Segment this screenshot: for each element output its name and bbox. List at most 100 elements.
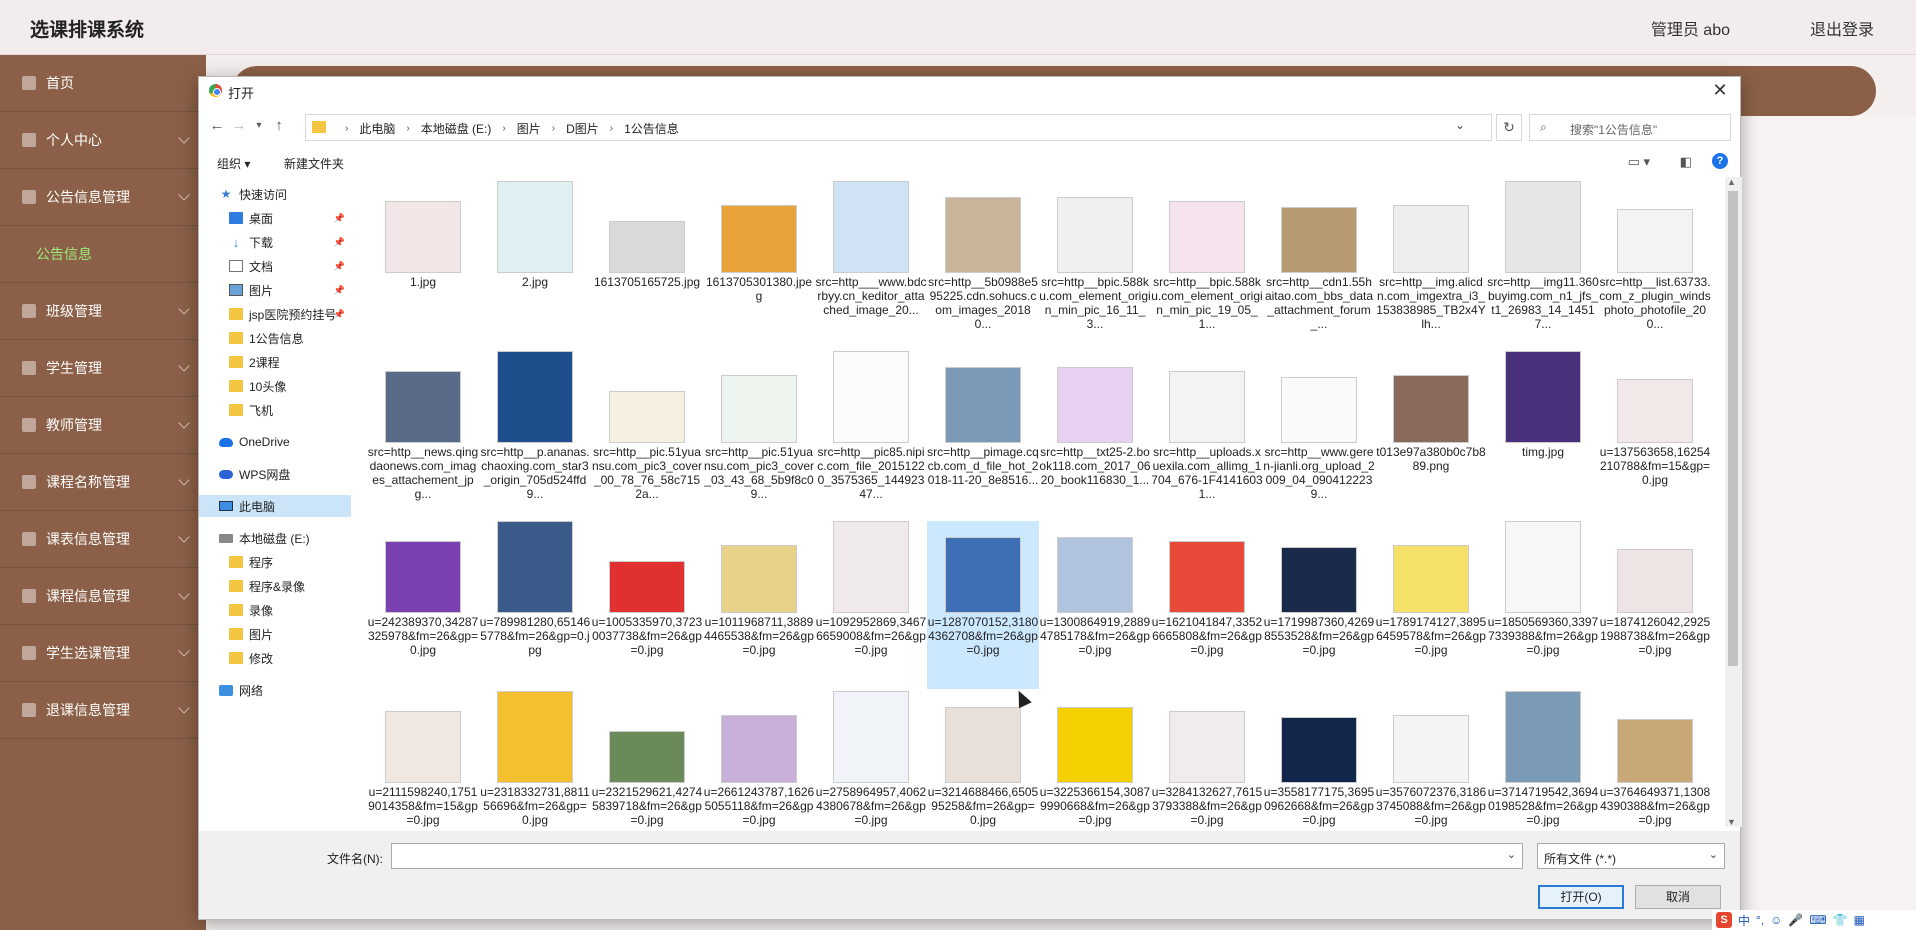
file-item[interactable]: t013e97a380b0c7b889.png (1375, 351, 1487, 519)
file-item[interactable]: u=1287070152,31804362708&fm=26&gp=0.jpg (927, 521, 1039, 689)
file-item[interactable]: src=http__5b0988e595225.cdn.sohucs.com_i… (927, 181, 1039, 349)
scrollbar-thumb[interactable] (1728, 191, 1738, 666)
nav-item[interactable]: 文档 📌 (199, 255, 351, 277)
file-item[interactable]: u=2318332731,881156696&fm=26&gp=0.jpg (479, 691, 591, 827)
file-item[interactable]: 2.jpg (479, 181, 591, 349)
sidebar-item[interactable]: 个人中心 (0, 112, 206, 169)
ime-item[interactable]: °, (1756, 913, 1764, 927)
sidebar-item[interactable]: 学生管理 (0, 340, 206, 397)
file-item[interactable]: u=242389370,34287325978&fm=26&gp=0.jpg (367, 521, 479, 689)
chevron-right-icon[interactable]: › (345, 123, 348, 134)
scroll-down-icon[interactable]: ▼ (1727, 817, 1736, 827)
ime-item[interactable]: 🎤 (1788, 913, 1803, 927)
file-item[interactable]: u=2321529621,42745839718&fm=26&gp=0.jpg (591, 691, 703, 827)
open-button[interactable]: 打开(O) (1538, 885, 1624, 909)
nav-item[interactable]: 录像 (199, 599, 351, 621)
sidebar-item[interactable]: 班级管理 (0, 283, 206, 340)
chevron-down-icon[interactable]: ⌄ (1507, 848, 1516, 861)
refresh-icon[interactable]: ↻ (1496, 114, 1522, 141)
file-item[interactable]: src=http__uploads.xuexila.com_allimg_170… (1151, 351, 1263, 519)
chevron-right-icon[interactable]: › (406, 123, 409, 134)
file-item[interactable]: u=1621041847,33526665808&fm=26&gp=0.jpg (1151, 521, 1263, 689)
up-arrow-icon[interactable]: ↑ (269, 117, 289, 134)
file-item[interactable]: 1613705165725.jpg (591, 181, 703, 349)
file-item[interactable]: u=2758964957,40624380678&fm=26&gp=0.jpg (815, 691, 927, 827)
sidebar-item[interactable]: 课程信息管理 (0, 568, 206, 625)
view-mode-icon[interactable]: ▭ ▾ (1628, 154, 1650, 170)
nav-item[interactable]: 图片 (199, 623, 351, 645)
file-item[interactable]: src=http__img.alicdn.com_imgextra_i3_153… (1375, 181, 1487, 349)
file-item[interactable]: u=1005335970,37230037738&fm=26&gp=0.jpg (591, 521, 703, 689)
file-item[interactable]: u=1011968711,38894465538&fm=26&gp=0.jpg (703, 521, 815, 689)
file-item[interactable]: 1.jpg (367, 181, 479, 349)
sidebar-item[interactable]: 退课信息管理 (0, 682, 206, 739)
file-item[interactable]: u=1850569360,33977339388&fm=26&gp=0.jpg (1487, 521, 1599, 689)
sidebar-subitem[interactable]: 公告信息 (0, 226, 206, 283)
file-item[interactable]: src=http__list.63733.com_z_plugin_windsp… (1599, 181, 1711, 349)
file-item[interactable]: src=http__pic85.nipic.com_file_20151220_… (815, 351, 927, 519)
file-item[interactable]: u=1092952869,34676659008&fm=26&gp=0.jpg (815, 521, 927, 689)
file-item[interactable]: src=http__cdn1.55haitao.com_bbs_data_att… (1263, 181, 1375, 349)
nav-item[interactable]: 修改 (199, 647, 351, 669)
file-item[interactable]: u=3225366154,30879990668&fm=26&gp=0.jpg (1039, 691, 1151, 827)
new-folder-button[interactable]: 新建文件夹 (284, 155, 344, 172)
file-item[interactable]: u=3558177175,36950962668&fm=26&gp=0.jpg (1263, 691, 1375, 827)
nav-item[interactable]: 程序 (199, 551, 351, 573)
ime-item[interactable]: ⌨ (1809, 913, 1826, 927)
file-item[interactable]: u=1300864919,28894785178&fm=26&gp=0.jpg (1039, 521, 1151, 689)
file-item[interactable]: src=http__txt25-2.book118.com_2017_0620_… (1039, 351, 1151, 519)
sidebar-item[interactable]: 公告信息管理 (0, 169, 206, 226)
nav-item[interactable]: 2课程 (199, 351, 351, 373)
sidebar-item[interactable]: 课程名称管理 (0, 454, 206, 511)
address-bar[interactable]: › 此电脑 › 本地磁盘 (E:) › 图片 › D图片 › 1公告信息 ⌄ (305, 114, 1492, 141)
ime-item[interactable]: S (1716, 912, 1732, 928)
chevron-right-icon[interactable]: › (502, 123, 505, 134)
file-item[interactable]: src=http__www.geren-jianli.org_upload_20… (1263, 351, 1375, 519)
chevron-down-icon[interactable]: ⌄ (1455, 118, 1465, 132)
file-item[interactable]: u=137563658,16254210788&fm=15&gp=0.jpg (1599, 351, 1711, 519)
preview-pane-icon[interactable]: ◧ (1680, 154, 1692, 170)
file-item[interactable]: u=3764649371,13084390388&fm=26&gp=0.jpg (1599, 691, 1711, 827)
breadcrumb-item[interactable]: 此电脑 (359, 120, 395, 137)
nav-item[interactable]: OneDrive (199, 431, 351, 453)
chevron-right-icon[interactable]: › (610, 123, 613, 134)
nav-item[interactable]: 10头像 (199, 375, 351, 397)
filename-input[interactable]: ⌄ (391, 843, 1523, 869)
file-item[interactable]: u=3714719542,36940198528&fm=26&gp=0.jpg (1487, 691, 1599, 827)
nav-item[interactable]: ★ 快速访问 (199, 183, 351, 205)
file-item[interactable]: src=http__pic.51yuansu.com_pic3_cover_03… (703, 351, 815, 519)
file-item[interactable]: src=http__pimage.cqcb.com_d_file_hot_201… (927, 351, 1039, 519)
nav-item[interactable]: ↓ 下载 📌 (199, 231, 351, 253)
nav-item[interactable]: 1公告信息 (199, 327, 351, 349)
nav-item[interactable]: 本地磁盘 (E:) (199, 527, 351, 549)
sidebar-item[interactable]: 课表信息管理 (0, 511, 206, 568)
nav-item[interactable]: 飞机 (199, 399, 351, 421)
file-item[interactable]: u=3284132627,76153793388&fm=26&gp=0.jpg (1151, 691, 1263, 827)
cancel-button[interactable]: 取消 (1635, 885, 1721, 909)
file-item[interactable]: src=http__bpic.588ku.com_element_origin_… (1039, 181, 1151, 349)
breadcrumb-item[interactable]: 本地磁盘 (E:) (421, 120, 492, 137)
file-item[interactable]: u=2111598240,17519014358&fm=15&gp=0.jpg (367, 691, 479, 827)
search-input[interactable]: ⌕ 搜索"1公告信息" (1529, 114, 1731, 141)
nav-item[interactable]: 图片 📌 (199, 279, 351, 301)
file-item[interactable]: u=3576072376,31863745088&fm=26&gp=0.jpg (1375, 691, 1487, 827)
breadcrumb-item[interactable]: D图片 (566, 120, 599, 137)
chevron-right-icon[interactable]: › (552, 123, 555, 134)
nav-item[interactable]: WPS网盘 (199, 463, 351, 485)
file-item[interactable]: src=http__pic.51yuansu.com_pic3_cover_00… (591, 351, 703, 519)
sidebar-item[interactable]: 学生选课管理 (0, 625, 206, 682)
file-item[interactable]: u=1789174127,38956459578&fm=26&gp=0.jpg (1375, 521, 1487, 689)
organize-menu[interactable]: 组织 ▾ (217, 155, 250, 172)
file-item[interactable]: timg.jpg (1487, 351, 1599, 519)
ime-item[interactable]: 👕 (1833, 913, 1848, 927)
file-item[interactable]: src=http__img11.360buyimg.com_n1_jfs_t1_… (1487, 181, 1599, 349)
breadcrumb-item[interactable]: 1公告信息 (624, 120, 679, 137)
ime-item[interactable]: 中 (1738, 912, 1750, 929)
logout-link[interactable]: 退出登录 (1810, 16, 1874, 40)
file-item[interactable]: u=1874126042,29251988738&fm=26&gp=0.jpg (1599, 521, 1711, 689)
file-item[interactable]: src=http__p.ananas.chaoxing.com_star3_or… (479, 351, 591, 519)
file-item[interactable]: u=2661243787,16265055118&fm=26&gp=0.jpg (703, 691, 815, 827)
nav-item[interactable]: jsp医院预约挂号 📌 (199, 303, 351, 325)
recent-dropdown-icon[interactable]: ▾ (249, 120, 269, 131)
ime-item[interactable]: ▦ (1854, 913, 1865, 927)
